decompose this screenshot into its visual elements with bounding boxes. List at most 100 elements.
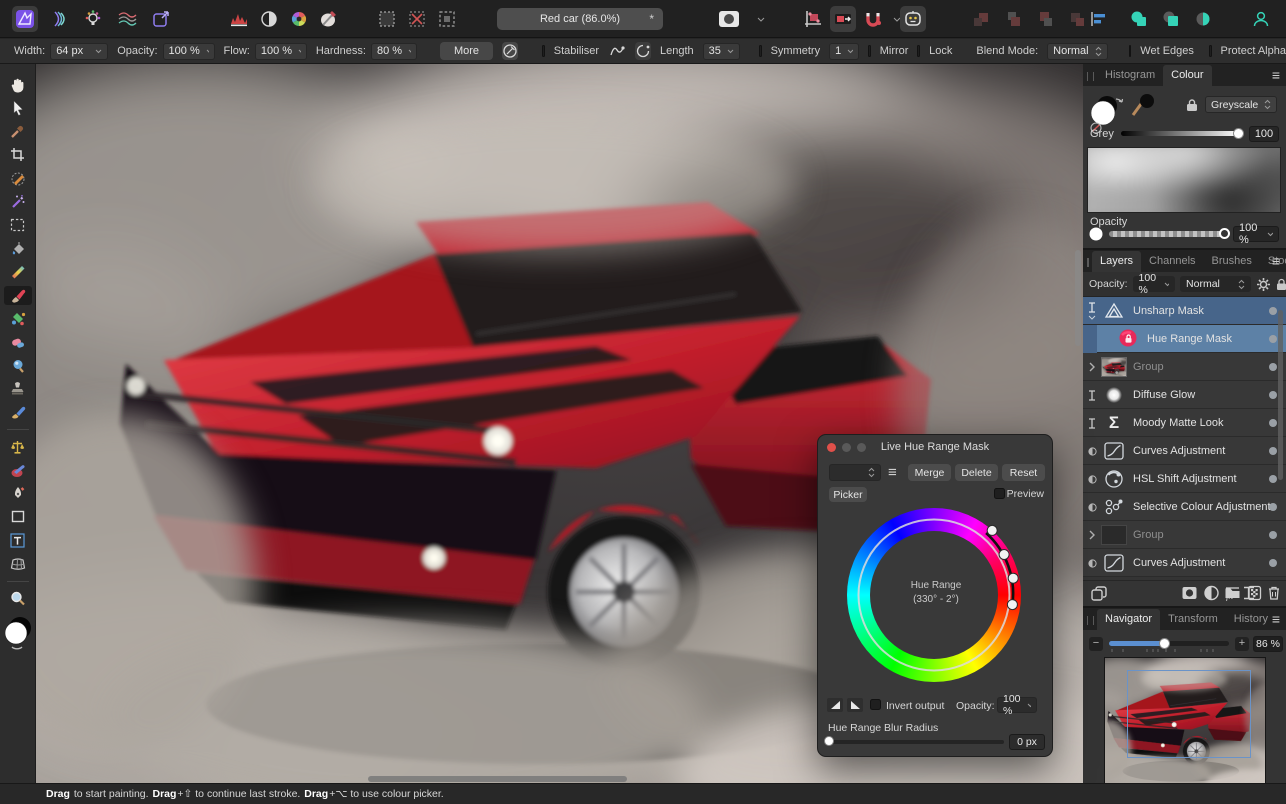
assistant-button[interactable] — [900, 6, 926, 32]
show-guides-button[interactable] — [800, 6, 826, 32]
navigator-thumbnail[interactable] — [1104, 657, 1266, 786]
auto-white-balance-button[interactable] — [316, 6, 342, 32]
boolean-intersect-button[interactable] — [1190, 6, 1216, 32]
panel-menu-icon[interactable]: ≡ — [1272, 67, 1280, 83]
canvas-horizontal-scrollbar[interactable] — [368, 776, 627, 782]
layer-visibility-toggle[interactable] — [1269, 531, 1277, 539]
tab-channels[interactable]: Channels — [1141, 251, 1203, 272]
adjustment-layer-icon[interactable] — [1203, 585, 1220, 601]
layer-row[interactable]: Σ Moody Matte Look — [1083, 409, 1286, 437]
stabiliser-checkbox[interactable] — [542, 45, 545, 57]
brush-width-field[interactable]: Width: 64 px — [14, 42, 109, 60]
erase-brush-tool[interactable] — [4, 332, 32, 351]
layer-row[interactable]: Curves Adjustment — [1083, 437, 1286, 465]
snapping-button[interactable] — [830, 6, 856, 32]
lock-icon[interactable] — [1186, 98, 1198, 112]
layers-blend-dropdown[interactable]: Normal — [1180, 276, 1252, 292]
paint-brush-tool[interactable] — [3, 285, 32, 305]
auto-contrast-button[interactable] — [256, 6, 282, 32]
colour-wells[interactable] — [3, 616, 33, 652]
move-tool[interactable] — [4, 98, 32, 117]
crop-tool[interactable] — [4, 145, 32, 164]
colour-opacity-slider[interactable] — [1109, 231, 1227, 237]
colour-opacity-value[interactable]: 100 % — [1233, 222, 1279, 246]
layer-visibility-toggle[interactable] — [1269, 307, 1277, 315]
grey-value[interactable]: 100 — [1249, 126, 1279, 142]
blur-radius-knob[interactable] — [824, 736, 834, 746]
colour-opacity-knob[interactable] — [1219, 228, 1230, 239]
grey-slider[interactable] — [1121, 131, 1239, 136]
invert-output-checkbox[interactable] — [870, 699, 881, 710]
clone-brush-tool[interactable] — [4, 379, 32, 398]
panel-menu-icon[interactable]: ≡ — [1272, 611, 1280, 627]
mask-layer-icon[interactable] — [1181, 585, 1198, 601]
move-to-front-button[interactable] — [968, 6, 994, 32]
move-forward-button[interactable] — [1000, 6, 1026, 32]
layer-visibility-toggle[interactable] — [1269, 335, 1277, 343]
deselect-button[interactable] — [404, 6, 430, 32]
brush-flow-field[interactable]: Flow: 100 % — [224, 42, 307, 60]
tab-transform[interactable]: Transform — [1160, 609, 1226, 630]
symmetry-checkbox[interactable] — [758, 45, 762, 57]
mirror-checkbox[interactable] — [868, 45, 871, 57]
colour-replacement-brush-tool[interactable] — [4, 309, 32, 328]
length-field[interactable]: 35 — [702, 42, 740, 60]
marquee-select-tool[interactable] — [4, 215, 32, 234]
colour-picker-tool[interactable] — [4, 122, 32, 141]
selection-brush-tool[interactable] — [4, 169, 32, 188]
auto-colour-button[interactable] — [286, 6, 312, 32]
flood-select-tool[interactable] — [4, 192, 32, 211]
hue-range-handles[interactable] — [818, 435, 1054, 695]
rectangle-shape-tool[interactable] — [4, 507, 32, 526]
new-layer-icon[interactable] — [1247, 585, 1262, 601]
tone-mapping-persona-button[interactable] — [114, 6, 140, 32]
protect-alpha-checkbox[interactable] — [1208, 45, 1212, 57]
quick-mask-button[interactable] — [712, 6, 746, 32]
zoom-out-button[interactable]: − — [1089, 637, 1103, 651]
tab-histogram[interactable]: Histogram — [1097, 65, 1163, 86]
rope-stabiliser-button[interactable] — [608, 42, 626, 60]
layers-lock-icon[interactable] — [1276, 278, 1286, 291]
text-tool[interactable] — [4, 531, 32, 550]
brush-hardness-field[interactable]: Hardness: 80 % — [316, 42, 417, 60]
mesh-warp-tool[interactable] — [4, 554, 32, 573]
zoom-tool[interactable] — [4, 589, 32, 608]
select-all-button[interactable] — [374, 6, 400, 32]
layer-row[interactable]: Hue Range Mask — [1083, 325, 1286, 353]
tab-history[interactable]: History — [1226, 609, 1276, 630]
brush-settings-button[interactable] — [502, 42, 519, 60]
zoom-value[interactable]: 86 % — [1253, 636, 1283, 652]
layer-visibility-toggle[interactable] — [1269, 391, 1277, 399]
duplicate-layer-icon[interactable] — [1090, 585, 1108, 602]
layer-visibility-toggle[interactable] — [1269, 419, 1277, 427]
develop-persona-button[interactable] — [80, 6, 106, 32]
tab-colour[interactable]: Colour — [1163, 65, 1212, 86]
blur-radius-value[interactable]: 0 px — [1009, 734, 1045, 750]
zoom-in-button[interactable]: + — [1235, 637, 1249, 651]
symmetry-count-field[interactable]: 1 — [829, 42, 860, 60]
colour-mode-dropdown[interactable]: Greyscale — [1205, 96, 1277, 113]
export-persona-button[interactable] — [148, 6, 174, 32]
more-button[interactable]: More — [439, 42, 494, 60]
layers-scrollbar[interactable] — [1278, 310, 1283, 480]
layer-visibility-toggle[interactable] — [1269, 363, 1277, 371]
dialog-opacity-dropdown[interactable]: 100 % — [997, 693, 1037, 717]
gradient-tool[interactable] — [4, 262, 32, 281]
navigator-viewport-rect[interactable] — [1127, 670, 1251, 758]
layer-row[interactable]: Selective Colour Adjustment — [1083, 493, 1286, 521]
brush-opacity-field[interactable]: Opacity: 100 % — [117, 42, 215, 60]
document-view-dropdown[interactable]: Red car (86.0%) * — [497, 8, 663, 30]
greyscale-preview[interactable] — [1087, 147, 1281, 213]
blur-radius-slider[interactable] — [828, 740, 1004, 744]
layer-visibility-toggle[interactable] — [1269, 475, 1277, 483]
liquify-persona-button[interactable] — [46, 6, 72, 32]
blend-mode-dropdown[interactable]: Normal — [1047, 42, 1108, 60]
wet-edges-checkbox[interactable] — [1128, 45, 1132, 57]
group-layers-icon[interactable] — [1224, 585, 1242, 601]
window-stabiliser-button[interactable] — [635, 42, 651, 60]
layer-row[interactable]: Unsharp Mask — [1083, 297, 1286, 325]
grey-slider-knob[interactable] — [1233, 128, 1244, 139]
flood-fill-tool[interactable] — [4, 239, 32, 258]
layers-opacity-dropdown[interactable]: 100 % — [1132, 272, 1176, 296]
panel-grip[interactable] — [1087, 258, 1089, 267]
